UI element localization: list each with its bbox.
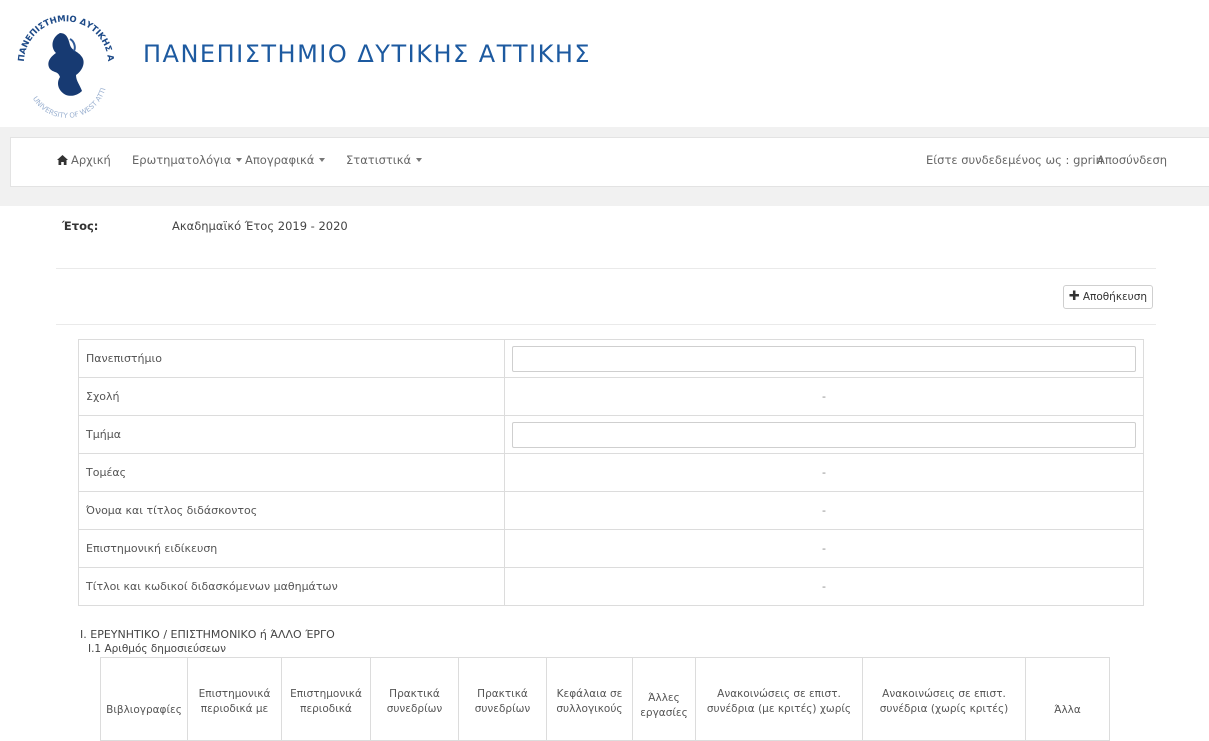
divider <box>56 324 1156 325</box>
university-logo[interactable]: ΠΑΝΕΠΙΣΤΗΜΙΟ ΔΥΤΙΚΗΣ ΑΤΤΙΚΗΣ UNIVERSITY … <box>10 5 120 123</box>
row-value-sector: - <box>504 453 1144 492</box>
nav-statistics[interactable]: Στατιστικά <box>346 153 423 167</box>
chevron-down-icon <box>236 158 243 162</box>
logout-link[interactable]: Αποσύνδεση <box>1097 153 1167 167</box>
column-header: Κεφάλαια σε συλλογικούς <box>546 657 633 741</box>
column-header: Πρακτικά συνεδρίων <box>458 657 547 741</box>
column-header: Άλλα <box>1025 657 1110 741</box>
table-row: Τμήμα <box>78 415 1144 454</box>
column-header: Ανακοινώσεις σε επιστ. συνέδρια (με κριτ… <box>695 657 863 741</box>
nav-home-label: Αρχική <box>71 153 111 167</box>
table-row: Πανεπιστήμιο <box>78 339 1144 378</box>
row-value-school: - <box>504 377 1144 416</box>
table-row: Σχολή - <box>78 377 1144 416</box>
column-header: Βιβλιογραφίες <box>100 657 188 741</box>
save-button-label: Αποθήκευση <box>1082 291 1148 303</box>
nav-questionnaires[interactable]: Ερωτηματολόγια <box>132 153 243 167</box>
nav-questionnaires-label: Ερωτηματολόγια <box>132 153 232 167</box>
nav-inventories[interactable]: Απογραφικά <box>245 153 326 167</box>
row-label-specialization: Επιστημονική ειδίκευση <box>78 529 505 568</box>
nav-home[interactable]: Αρχική <box>57 153 111 167</box>
department-input[interactable] <box>512 421 1136 448</box>
column-header: Άλλες εργασίες <box>632 657 696 741</box>
year-value: Ακαδημαϊκό Έτος 2019 - 2020 <box>172 219 348 233</box>
logged-in-user: Είστε συνδεδεμένος ως : gprin <box>926 153 1103 167</box>
column-header: Επιστημονικά περιοδικά με <box>187 657 282 741</box>
university-input[interactable] <box>512 345 1136 372</box>
row-label-school: Σχολή <box>78 377 505 416</box>
publications-table: Βιβλιογραφίες Επιστημονικά περιοδικά με … <box>100 657 1110 741</box>
row-label-department: Τμήμα <box>78 415 505 454</box>
home-icon <box>57 155 68 165</box>
section-title: Ι. ΕΡΕΥΝΗΤΙΚΟ / ΕΠΙΣΤΗΜΟΝΙΚΟ ή ΆΛΛΟ ΈΡΓΟ <box>80 628 335 641</box>
column-header: Ανακοινώσεις σε επιστ. συνέδρια (χωρίς κ… <box>862 657 1026 741</box>
save-button[interactable]: ✚ Αποθήκευση <box>1063 285 1153 309</box>
divider <box>56 268 1156 269</box>
plus-icon: ✚ <box>1068 289 1080 304</box>
nav-statistics-label: Στατιστικά <box>346 153 412 167</box>
table-row: Τομέας - <box>78 453 1144 492</box>
section-subtitle: Ι.1 Αριθμός δημοσιεύσεων <box>88 643 227 655</box>
table-row: Τίτλοι και κωδικοί διδασκόμενων μαθημάτω… <box>78 567 1144 606</box>
row-value-courses: - <box>504 567 1144 606</box>
table-row: Όνομα και τίτλος διδάσκοντος - <box>78 491 1144 530</box>
table-row: Επιστημονική ειδίκευση - <box>78 529 1144 568</box>
column-header: Πρακτικά συνεδρίων <box>370 657 459 741</box>
navbar: Αρχική Ερωτηματολόγια Απογραφικά Στατιστ… <box>10 137 1209 187</box>
year-label: Έτος: <box>62 219 99 233</box>
nav-inventories-label: Απογραφικά <box>245 153 315 167</box>
site-header: ΠΑΝΕΠΙΣΤΗΜΙΟ ΔΥΤΙΚΗΣ ΑΤΤΙΚΗΣ UNIVERSITY … <box>0 0 1209 128</box>
chevron-down-icon <box>319 158 326 162</box>
row-value-department <box>504 415 1144 454</box>
main-content: Έτος: Ακαδημαϊκό Έτος 2019 - 2020 ✚ Αποθή… <box>0 206 1209 741</box>
row-value-specialization: - <box>504 529 1144 568</box>
chevron-down-icon <box>416 158 423 162</box>
row-value-university <box>504 339 1144 378</box>
site-title: ΠΑΝΕΠΙΣΤΗΜΙΟ ΔΥΤΙΚΗΣ ΑΤΤΙΚΗΣ <box>143 40 592 68</box>
row-value-instructor: - <box>504 491 1144 530</box>
row-label-instructor: Όνομα και τίτλος διδάσκοντος <box>78 491 505 530</box>
column-header: Επιστημονικά περιοδικά <box>281 657 371 741</box>
info-table: Πανεπιστήμιο Σχολή - Τμήμα Τομέας - Όνομ… <box>78 339 1144 606</box>
row-label-courses: Τίτλοι και κωδικοί διδασκόμενων μαθημάτω… <box>78 567 505 606</box>
table-header-row: Βιβλιογραφίες Επιστημονικά περιοδικά με … <box>100 657 1110 741</box>
row-label-university: Πανεπιστήμιο <box>78 339 505 378</box>
row-label-sector: Τομέας <box>78 453 505 492</box>
